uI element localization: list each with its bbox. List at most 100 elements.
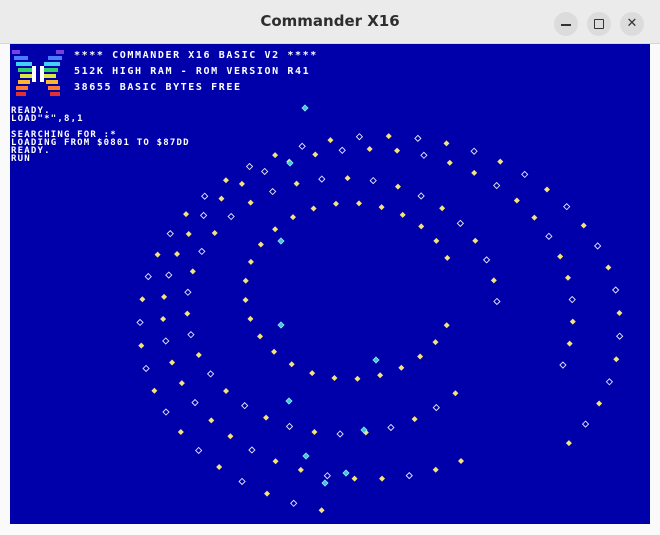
graphics-dot: [302, 452, 310, 460]
graphics-dot: [285, 397, 293, 405]
graphics-dot: [472, 237, 479, 244]
graphics-dot: [531, 214, 538, 221]
graphics-dot: [569, 318, 576, 325]
graphics-dot: [581, 420, 590, 428]
graphics-dot: [247, 315, 254, 322]
graphics-dot: [594, 242, 602, 250]
graphics-dot: [218, 195, 225, 202]
graphics-dot: [222, 177, 229, 184]
graphics-dot: [443, 140, 450, 147]
graphics-dot: [417, 353, 424, 360]
graphics-dot: [387, 423, 395, 432]
graphics-dot: [211, 229, 218, 236]
graphics-dot: [355, 133, 364, 141]
graphics-dot: [298, 142, 306, 150]
graphics-dot: [169, 359, 176, 366]
graphics-dot: [344, 175, 351, 182]
graphics-dot: [310, 205, 317, 212]
emulator-screen[interactable]: **** COMMANDER X16 BASIC V2 **** 512K HI…: [10, 44, 650, 524]
graphics-dot: [379, 475, 386, 482]
graphics-dot: [378, 204, 385, 211]
graphics-dot: [446, 159, 453, 166]
graphics-dot: [605, 264, 612, 271]
graphics-dot: [452, 390, 459, 397]
minimize-icon: [561, 24, 571, 26]
graphics-dot: [398, 364, 405, 371]
graphics-dot: [318, 507, 325, 514]
graphics-dot: [165, 271, 173, 279]
graphics-dot: [521, 170, 529, 179]
maximize-button[interactable]: [587, 12, 611, 36]
graphics-dot: [420, 151, 428, 159]
graphics-dot: [513, 197, 520, 204]
graphics-dot: [269, 187, 277, 196]
graphics-dot: [285, 422, 294, 431]
graphics-dot: [580, 222, 587, 229]
graphics-dot: [247, 258, 254, 265]
graphics-dot: [432, 403, 440, 412]
graphics-dot: [216, 464, 223, 471]
graphics-dot-pattern: [136, 104, 624, 514]
graphics-dot: [318, 175, 326, 183]
graphics-dot: [277, 237, 285, 245]
graphics-dot: [351, 475, 358, 482]
graphics-dot: [227, 212, 235, 221]
graphics-dot: [195, 446, 203, 455]
graphics-dot: [272, 226, 279, 233]
graphics-dot: [564, 274, 571, 281]
title-bar[interactable]: Commander X16 ✕: [0, 0, 660, 44]
graphics-dot: [471, 169, 478, 176]
graphics-dot: [301, 104, 309, 112]
graphics-dot: [490, 277, 497, 284]
graphics-dot: [493, 297, 501, 306]
graphics-dot: [177, 429, 184, 436]
graphics-dot: [139, 296, 146, 303]
graphics-dot: [605, 378, 614, 386]
graphics-dot: [432, 466, 439, 473]
graphics-dot: [289, 214, 296, 221]
graphics-dot: [189, 268, 196, 275]
graphics-dot: [369, 176, 377, 185]
graphics-dot: [208, 417, 215, 424]
graphics-dot: [557, 253, 564, 260]
graphics-dot: [612, 286, 620, 294]
graphics-dot: [238, 477, 246, 486]
graphics-dot: [151, 387, 158, 394]
graphics-dot: [261, 167, 269, 176]
graphics-dot: [257, 333, 264, 340]
graphics-dot: [566, 340, 573, 347]
graphics-dot: [227, 433, 234, 440]
graphics-dot: [559, 361, 567, 369]
graphics-dot: [439, 205, 446, 212]
graphics-dot: [311, 428, 318, 435]
minimize-button[interactable]: [554, 12, 578, 36]
graphics-dot: [136, 318, 144, 327]
graphics-dot: [414, 134, 422, 143]
graphics-dot: [444, 254, 451, 261]
graphics-dot: [272, 152, 279, 159]
maximize-icon: [594, 19, 604, 29]
graphics-dot: [162, 408, 170, 416]
graphics-dot: [482, 256, 491, 264]
graphics-dot: [154, 251, 161, 258]
graphics-dot: [613, 356, 620, 363]
graphics-dot: [342, 469, 350, 477]
close-button[interactable]: ✕: [620, 12, 644, 36]
graphics-dot: [242, 277, 249, 284]
graphics-dot: [191, 398, 199, 407]
graphics-dot: [277, 321, 285, 329]
graphics-dot: [264, 490, 271, 497]
graphics-dot: [338, 146, 346, 154]
graphics-dot: [161, 293, 168, 300]
graphics-dot: [199, 211, 208, 220]
graphics-dot: [142, 364, 150, 373]
graphics-dot: [596, 400, 603, 407]
graphics-dot: [417, 192, 425, 200]
graphics-dot: [257, 241, 264, 248]
graphics-dot: [366, 146, 373, 153]
graphics-dot: [272, 458, 279, 465]
graphics-dot: [354, 375, 361, 382]
graphics-dot: [356, 200, 363, 207]
graphics-dot: [297, 466, 304, 473]
graphics-dot: [290, 499, 298, 507]
